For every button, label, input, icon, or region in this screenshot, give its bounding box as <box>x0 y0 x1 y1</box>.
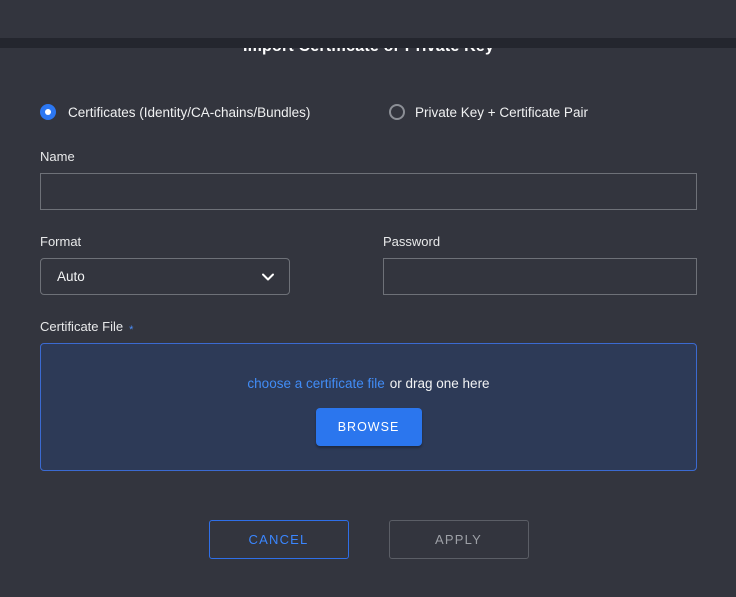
name-field-group: Name <box>40 149 697 210</box>
radio-private-key-pair[interactable]: Private Key + Certificate Pair <box>389 104 588 120</box>
certificate-file-label: Certificate File <box>40 319 123 334</box>
chevron-down-icon <box>261 270 275 284</box>
format-select[interactable]: Auto <box>40 258 290 295</box>
apply-button[interactable]: APPLY <box>389 520 529 559</box>
password-field-group: Password <box>383 234 697 295</box>
format-password-row: Format Auto Password <box>40 234 697 295</box>
password-label: Password <box>383 234 697 249</box>
radio-selected-icon[interactable] <box>40 104 56 120</box>
radio-private-key-pair-label: Private Key + Certificate Pair <box>415 105 588 120</box>
certificate-file-group: Certificate File * choose a certificate … <box>40 319 697 471</box>
radio-certificates-label: Certificates (Identity/CA-chains/Bundles… <box>68 105 310 120</box>
cancel-button[interactable]: CANCEL <box>209 520 349 559</box>
certificate-file-dropzone[interactable]: choose a certificate file or drag one her… <box>40 343 697 471</box>
radio-unselected-icon[interactable] <box>389 104 405 120</box>
format-selected-value: Auto <box>57 269 261 284</box>
format-label: Format <box>40 234 290 249</box>
import-type-radio-group: Certificates (Identity/CA-chains/Bundles… <box>40 104 697 120</box>
drag-here-text: or drag one here <box>390 376 490 391</box>
dialog-footer: CANCEL APPLY <box>40 520 697 559</box>
choose-file-link[interactable]: choose a certificate file <box>247 376 384 391</box>
import-certificate-dialog: Import Certificate or Private Key Certif… <box>0 38 736 559</box>
name-label: Name <box>40 149 697 164</box>
browse-button[interactable]: BROWSE <box>316 408 422 446</box>
format-field-group: Format Auto <box>40 234 290 295</box>
name-input[interactable] <box>40 173 697 210</box>
window-top-edge <box>0 38 736 48</box>
radio-certificates[interactable]: Certificates (Identity/CA-chains/Bundles… <box>40 104 389 120</box>
dropzone-instructions: choose a certificate file or drag one her… <box>247 376 489 391</box>
password-input[interactable] <box>383 258 697 295</box>
required-asterisk: * <box>129 324 133 336</box>
